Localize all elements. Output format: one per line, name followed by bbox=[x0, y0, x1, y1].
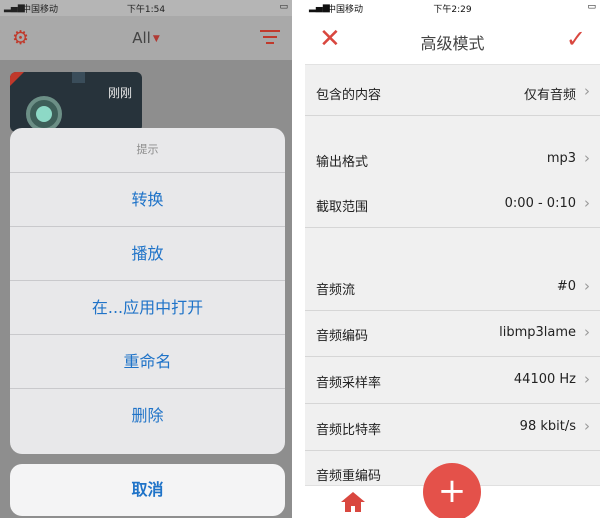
clock: 下午1:54 bbox=[126, 5, 166, 15]
battery-icon: ▭ bbox=[279, 2, 288, 12]
app-header: ⚙ All ▼ bbox=[0, 16, 292, 60]
setting-value: libmp3lame bbox=[499, 325, 576, 340]
action-sheet: 提示 转换 播放 在...应用中打开 重命名 删除 bbox=[10, 128, 285, 454]
status-bar: ▂▄▆ 中国移动 下午1:54 ▭ bbox=[0, 0, 292, 16]
setting-label: 音频编码 bbox=[316, 329, 369, 344]
setting-value: 98 kbit/s bbox=[519, 419, 576, 434]
setting-row-audio-codec[interactable]: 音频编码 libmp3lame › bbox=[305, 311, 600, 357]
corner-badge bbox=[10, 72, 24, 86]
setting-value: 44100 Hz bbox=[513, 372, 576, 387]
play-action[interactable]: 播放 bbox=[10, 227, 285, 281]
chevron-right-icon: › bbox=[584, 417, 590, 435]
check-icon[interactable]: ✓ bbox=[566, 25, 586, 53]
chevron-right-icon: › bbox=[584, 370, 590, 388]
setting-value: 0:00 - 0:10 bbox=[504, 196, 576, 211]
chevron-right-icon: › bbox=[584, 194, 590, 212]
setting-label: 包含的内容 bbox=[316, 88, 382, 103]
chevron-right-icon: › bbox=[584, 277, 590, 295]
chevron-right-icon: › bbox=[584, 82, 590, 100]
thumbnail-overlay bbox=[72, 72, 86, 83]
setting-label: 音频采样率 bbox=[316, 376, 382, 391]
media-card[interactable]: 刚刚 bbox=[10, 72, 142, 132]
setting-label: 音频重编码 bbox=[316, 469, 382, 484]
open-in-app-action[interactable]: 在...应用中打开 bbox=[10, 281, 285, 335]
chevron-right-icon: › bbox=[584, 149, 590, 167]
setting-row-audio-stream[interactable]: 音频流 #0 › bbox=[305, 265, 600, 311]
right-phone-screen: ▂▄▆ 中国移动 下午2:29 ▭ ✕ 高级模式 ✓ 包含的内容 仅有音频 › … bbox=[305, 0, 600, 518]
add-button[interactable]: + bbox=[423, 463, 481, 518]
cancel-button[interactable]: 取消 bbox=[10, 464, 285, 516]
action-sheet-title: 提示 bbox=[10, 128, 285, 173]
settings-list: 包含的内容 仅有音频 › 输出格式 mp3 › 截取范围 0:00 - 0:10… bbox=[305, 65, 600, 518]
setting-value: 仅有音频 bbox=[523, 88, 576, 103]
home-icon[interactable] bbox=[341, 492, 365, 512]
filter-label: All bbox=[132, 29, 151, 47]
setting-row-sample-rate[interactable]: 音频采样率 44100 Hz › bbox=[305, 358, 600, 404]
nav-bar: ✕ 高级模式 ✓ bbox=[305, 16, 600, 65]
setting-value: mp3 bbox=[546, 151, 576, 166]
setting-row-bitrate[interactable]: 音频比特率 98 kbit/s › bbox=[305, 405, 600, 451]
setting-row-trim-range[interactable]: 截取范围 0:00 - 0:10 › bbox=[305, 182, 600, 228]
clock: 下午2:29 bbox=[433, 5, 472, 15]
filter-icon[interactable] bbox=[260, 30, 280, 48]
rename-action[interactable]: 重命名 bbox=[10, 335, 285, 389]
setting-row-content[interactable]: 包含的内容 仅有音频 › bbox=[305, 70, 600, 116]
page-title: 高级模式 bbox=[420, 34, 485, 53]
plus-icon: + bbox=[437, 471, 467, 511]
setting-row-output-format[interactable]: 输出格式 mp3 › bbox=[305, 137, 600, 183]
setting-label: 截取范围 bbox=[316, 200, 369, 215]
delete-action[interactable]: 删除 bbox=[10, 389, 285, 442]
caret-down-icon: ▼ bbox=[152, 33, 160, 44]
chevron-right-icon: › bbox=[584, 323, 590, 341]
status-bar: ▂▄▆ 中国移动 下午2:29 ▭ bbox=[305, 0, 600, 16]
convert-action[interactable]: 转换 bbox=[10, 173, 285, 227]
battery-icon: ▭ bbox=[587, 2, 596, 12]
card-time-label: 刚刚 bbox=[107, 86, 132, 100]
setting-label: 音频比特率 bbox=[316, 423, 382, 438]
setting-value: #0 bbox=[556, 279, 576, 294]
filter-dropdown[interactable]: All ▼ bbox=[0, 29, 292, 47]
setting-label: 音频流 bbox=[316, 283, 356, 298]
setting-label: 输出格式 bbox=[316, 155, 369, 170]
media-thumbnail bbox=[26, 96, 62, 132]
left-phone-screen: ▂▄▆ 中国移动 下午1:54 ▭ ⚙ All ▼ 刚刚 提示 转换 播放 在..… bbox=[0, 0, 292, 518]
